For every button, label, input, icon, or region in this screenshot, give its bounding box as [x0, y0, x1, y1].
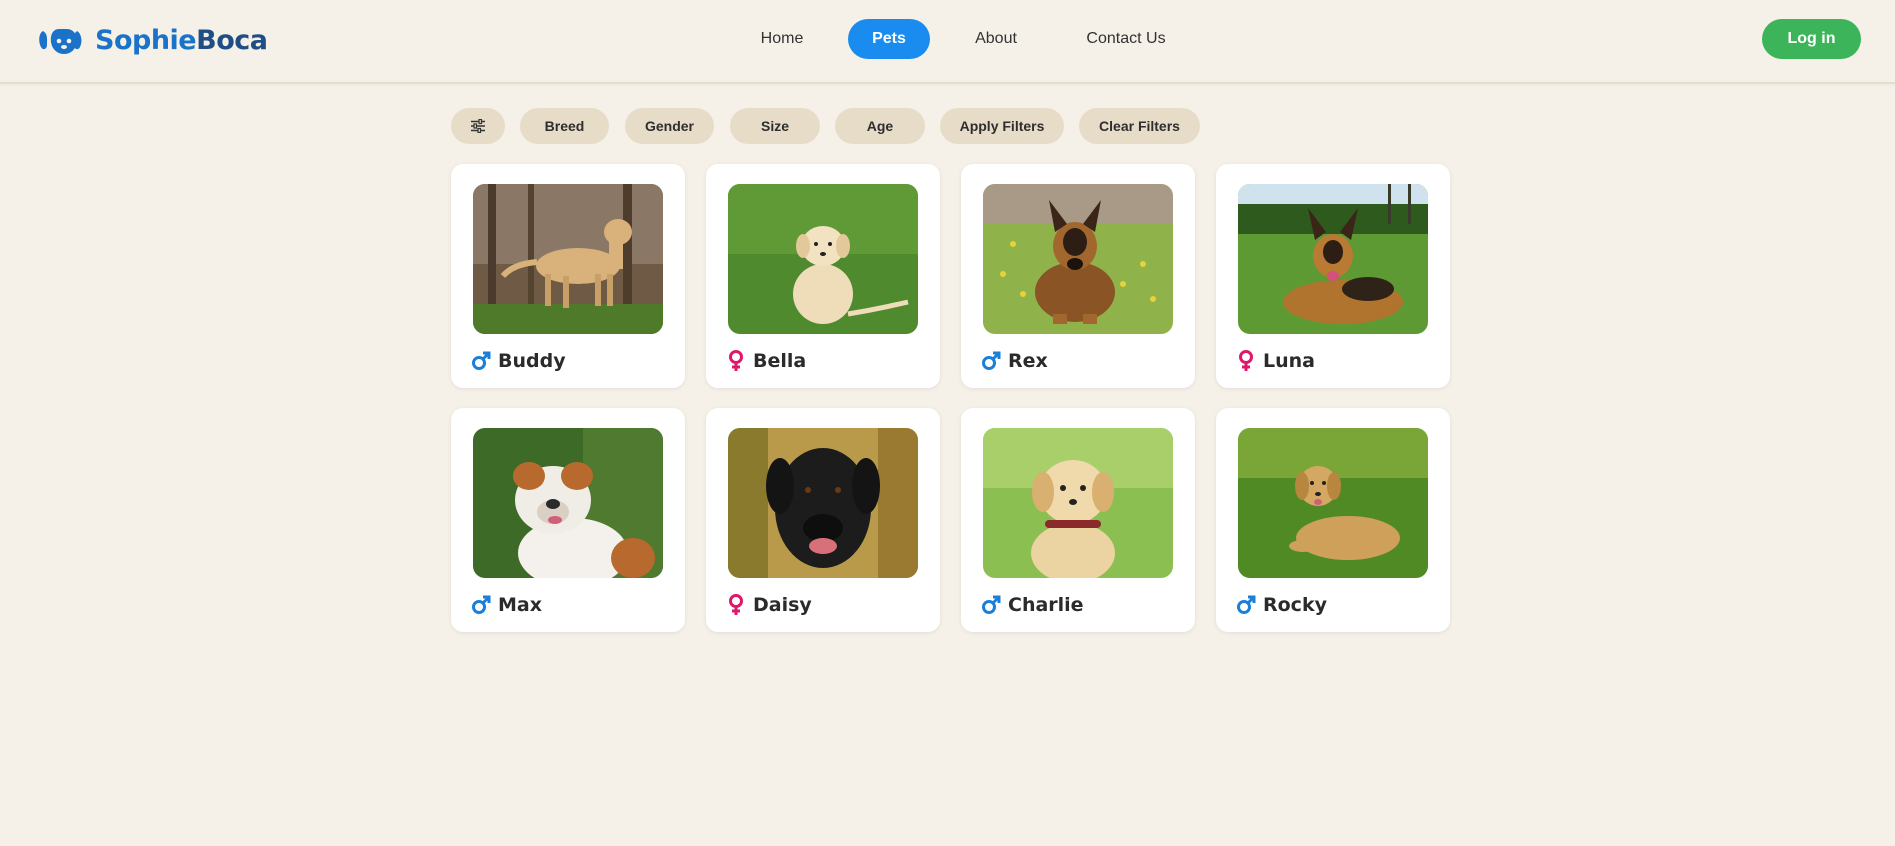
pet-card-rex[interactable]: Rex: [961, 164, 1195, 388]
pet-photo: [728, 428, 918, 578]
male-icon: [982, 595, 1001, 614]
breed-filter-button[interactable]: Breed: [520, 108, 609, 144]
pet-photo: [473, 184, 663, 334]
size-filter-button[interactable]: Size: [730, 108, 820, 144]
age-filter-button[interactable]: Age: [835, 108, 925, 144]
apply-filters-button[interactable]: Apply Filters: [940, 108, 1064, 144]
pet-card-bella[interactable]: Bella: [706, 164, 940, 388]
pet-card-luna[interactable]: Luna: [1216, 164, 1450, 388]
male-icon: [472, 351, 491, 370]
pet-card-daisy[interactable]: Daisy: [706, 408, 940, 632]
nav-contact[interactable]: Contact Us: [1078, 19, 1174, 59]
login-button[interactable]: Log in: [1762, 19, 1861, 59]
nav-pets[interactable]: Pets: [848, 19, 930, 59]
sliders-icon: [471, 118, 485, 134]
nav-home[interactable]: Home: [740, 19, 824, 59]
male-icon: [982, 351, 1001, 370]
pet-name: Rex: [1008, 350, 1048, 372]
pet-name: Bella: [753, 350, 807, 372]
pet-name: Daisy: [753, 594, 812, 616]
pet-photo: [983, 184, 1173, 334]
pet-photo: [983, 428, 1173, 578]
pet-card-rocky[interactable]: Rocky: [1216, 408, 1450, 632]
pet-photo: [1238, 428, 1428, 578]
pet-photo: [473, 428, 663, 578]
gender-filter-button[interactable]: Gender: [625, 108, 714, 144]
site-header: SophieBoca Home Pets About Contact Us Lo…: [0, 0, 1895, 84]
pet-name: Rocky: [1263, 594, 1327, 616]
nav-about[interactable]: About: [958, 19, 1034, 59]
main-nav: Home Pets About Contact Us: [0, 19, 1895, 59]
pet-photo: [728, 184, 918, 334]
pet-card-charlie[interactable]: Charlie: [961, 408, 1195, 632]
filter-bar: Breed Gender Size Age Apply Filters Clea…: [0, 108, 1895, 144]
filter-settings-button[interactable]: [451, 108, 505, 144]
female-icon: [729, 594, 743, 615]
pet-photo: [1238, 184, 1428, 334]
male-icon: [1237, 595, 1256, 614]
female-icon: [1239, 350, 1253, 371]
pet-name: Charlie: [1008, 594, 1084, 616]
pet-name: Luna: [1263, 350, 1315, 372]
female-icon: [729, 350, 743, 371]
male-icon: [472, 595, 491, 614]
pet-name: Max: [498, 594, 542, 616]
clear-filters-button[interactable]: Clear Filters: [1079, 108, 1200, 144]
pet-name: Buddy: [498, 350, 566, 372]
pet-card-buddy[interactable]: Buddy: [451, 164, 685, 388]
pet-card-max[interactable]: Max: [451, 408, 685, 632]
